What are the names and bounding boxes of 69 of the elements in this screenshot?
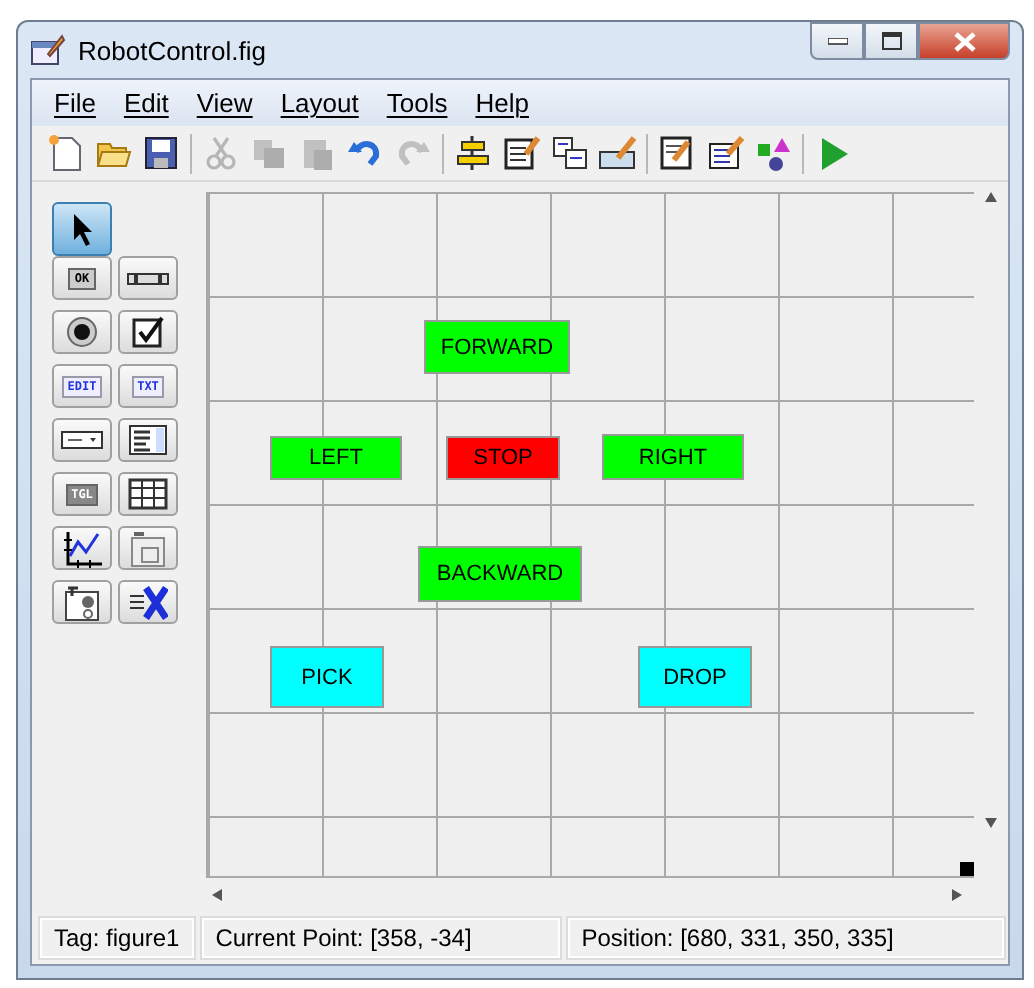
maximize-icon [881,32,901,50]
palette-tool[interactable] [52,580,112,624]
scroll-right-icon[interactable] [950,888,964,902]
shapes-icon [754,134,792,172]
palette-tool[interactable] [118,418,178,462]
menu-item[interactable]: Help [461,88,543,118]
align-icon [454,134,492,172]
maximize-button[interactable] [864,22,918,60]
scroll-up-icon[interactable] [984,190,998,204]
palette-tool[interactable] [118,256,178,300]
checkbox-icon [132,316,164,348]
resize-handle[interactable] [960,862,974,876]
close-button[interactable] [918,22,1010,60]
copy-icon [250,134,288,172]
paste-icon [298,134,336,172]
menu-item[interactable]: Edit [109,88,183,118]
toolbar-pencil-icon [598,134,636,172]
toolbar-button[interactable] [658,134,696,172]
tab-order-icon [550,134,588,172]
scroll-left-icon[interactable] [210,888,224,902]
minimize-icon [827,37,847,45]
canvas-push-button[interactable]: RIGHT [602,434,744,480]
palette-tool[interactable] [118,310,178,354]
canvas-push-button[interactable]: LEFT [270,436,402,480]
palette-tool[interactable] [52,418,112,462]
palette-tool[interactable] [52,526,112,570]
canvas-push-button[interactable]: FORWARD [424,320,570,374]
canvas-push-button[interactable]: PICK [270,646,384,708]
status-text: Current Point: [358, -34] [201,918,560,958]
menu-item[interactable]: File [40,88,110,118]
close-icon [953,31,975,51]
layout-grid[interactable]: FORWARD LEFT STOP RIGHT BACKWARD PICK DROP [206,192,974,878]
scroll-down-icon[interactable] [984,816,998,830]
status-text: Position: [680, 331, 350, 335] [567,918,1004,958]
panel-icon [128,529,168,567]
x-control-icon [128,582,168,622]
toolbar-button[interactable] [598,134,636,172]
minimize-button[interactable] [810,22,864,60]
palette-tool[interactable] [118,472,178,516]
status-text: Tag: figure1 [40,918,194,958]
palette-tool[interactable] [118,580,178,624]
menu-pencil-icon [502,134,540,172]
canvas-push-button[interactable]: STOP [446,436,560,480]
table-icon [128,478,168,510]
canvas-push-button[interactable]: DROP [638,646,752,708]
menu-item[interactable]: View [182,88,267,118]
list-box-icon [128,424,168,456]
palette-tool[interactable] [52,310,112,354]
menu-item[interactable]: Layout [266,88,373,118]
slider-icon [126,267,170,289]
toolbar-button[interactable] [142,134,180,172]
toolbar-button[interactable] [754,134,792,172]
scissors-icon [202,134,240,172]
figure-file-icon [30,34,66,66]
toolbar-button[interactable] [706,134,744,172]
menu-item[interactable]: Tools [372,88,462,118]
radio-button-icon [66,316,98,348]
new-file-icon [46,134,84,172]
canvas-push-button[interactable]: BACKWARD [418,546,582,602]
button-group-icon [62,583,102,621]
axes-icon [61,529,103,567]
toolbar-button[interactable] [502,134,540,172]
popup-menu-icon [60,428,104,452]
window-title: RobotControl.fig [78,35,266,65]
property-list-icon [706,134,744,172]
editor-icon [658,134,696,172]
palette-tool[interactable] [52,202,112,256]
toolbar-button[interactable] [550,134,588,172]
toolbar-button[interactable] [454,134,492,172]
